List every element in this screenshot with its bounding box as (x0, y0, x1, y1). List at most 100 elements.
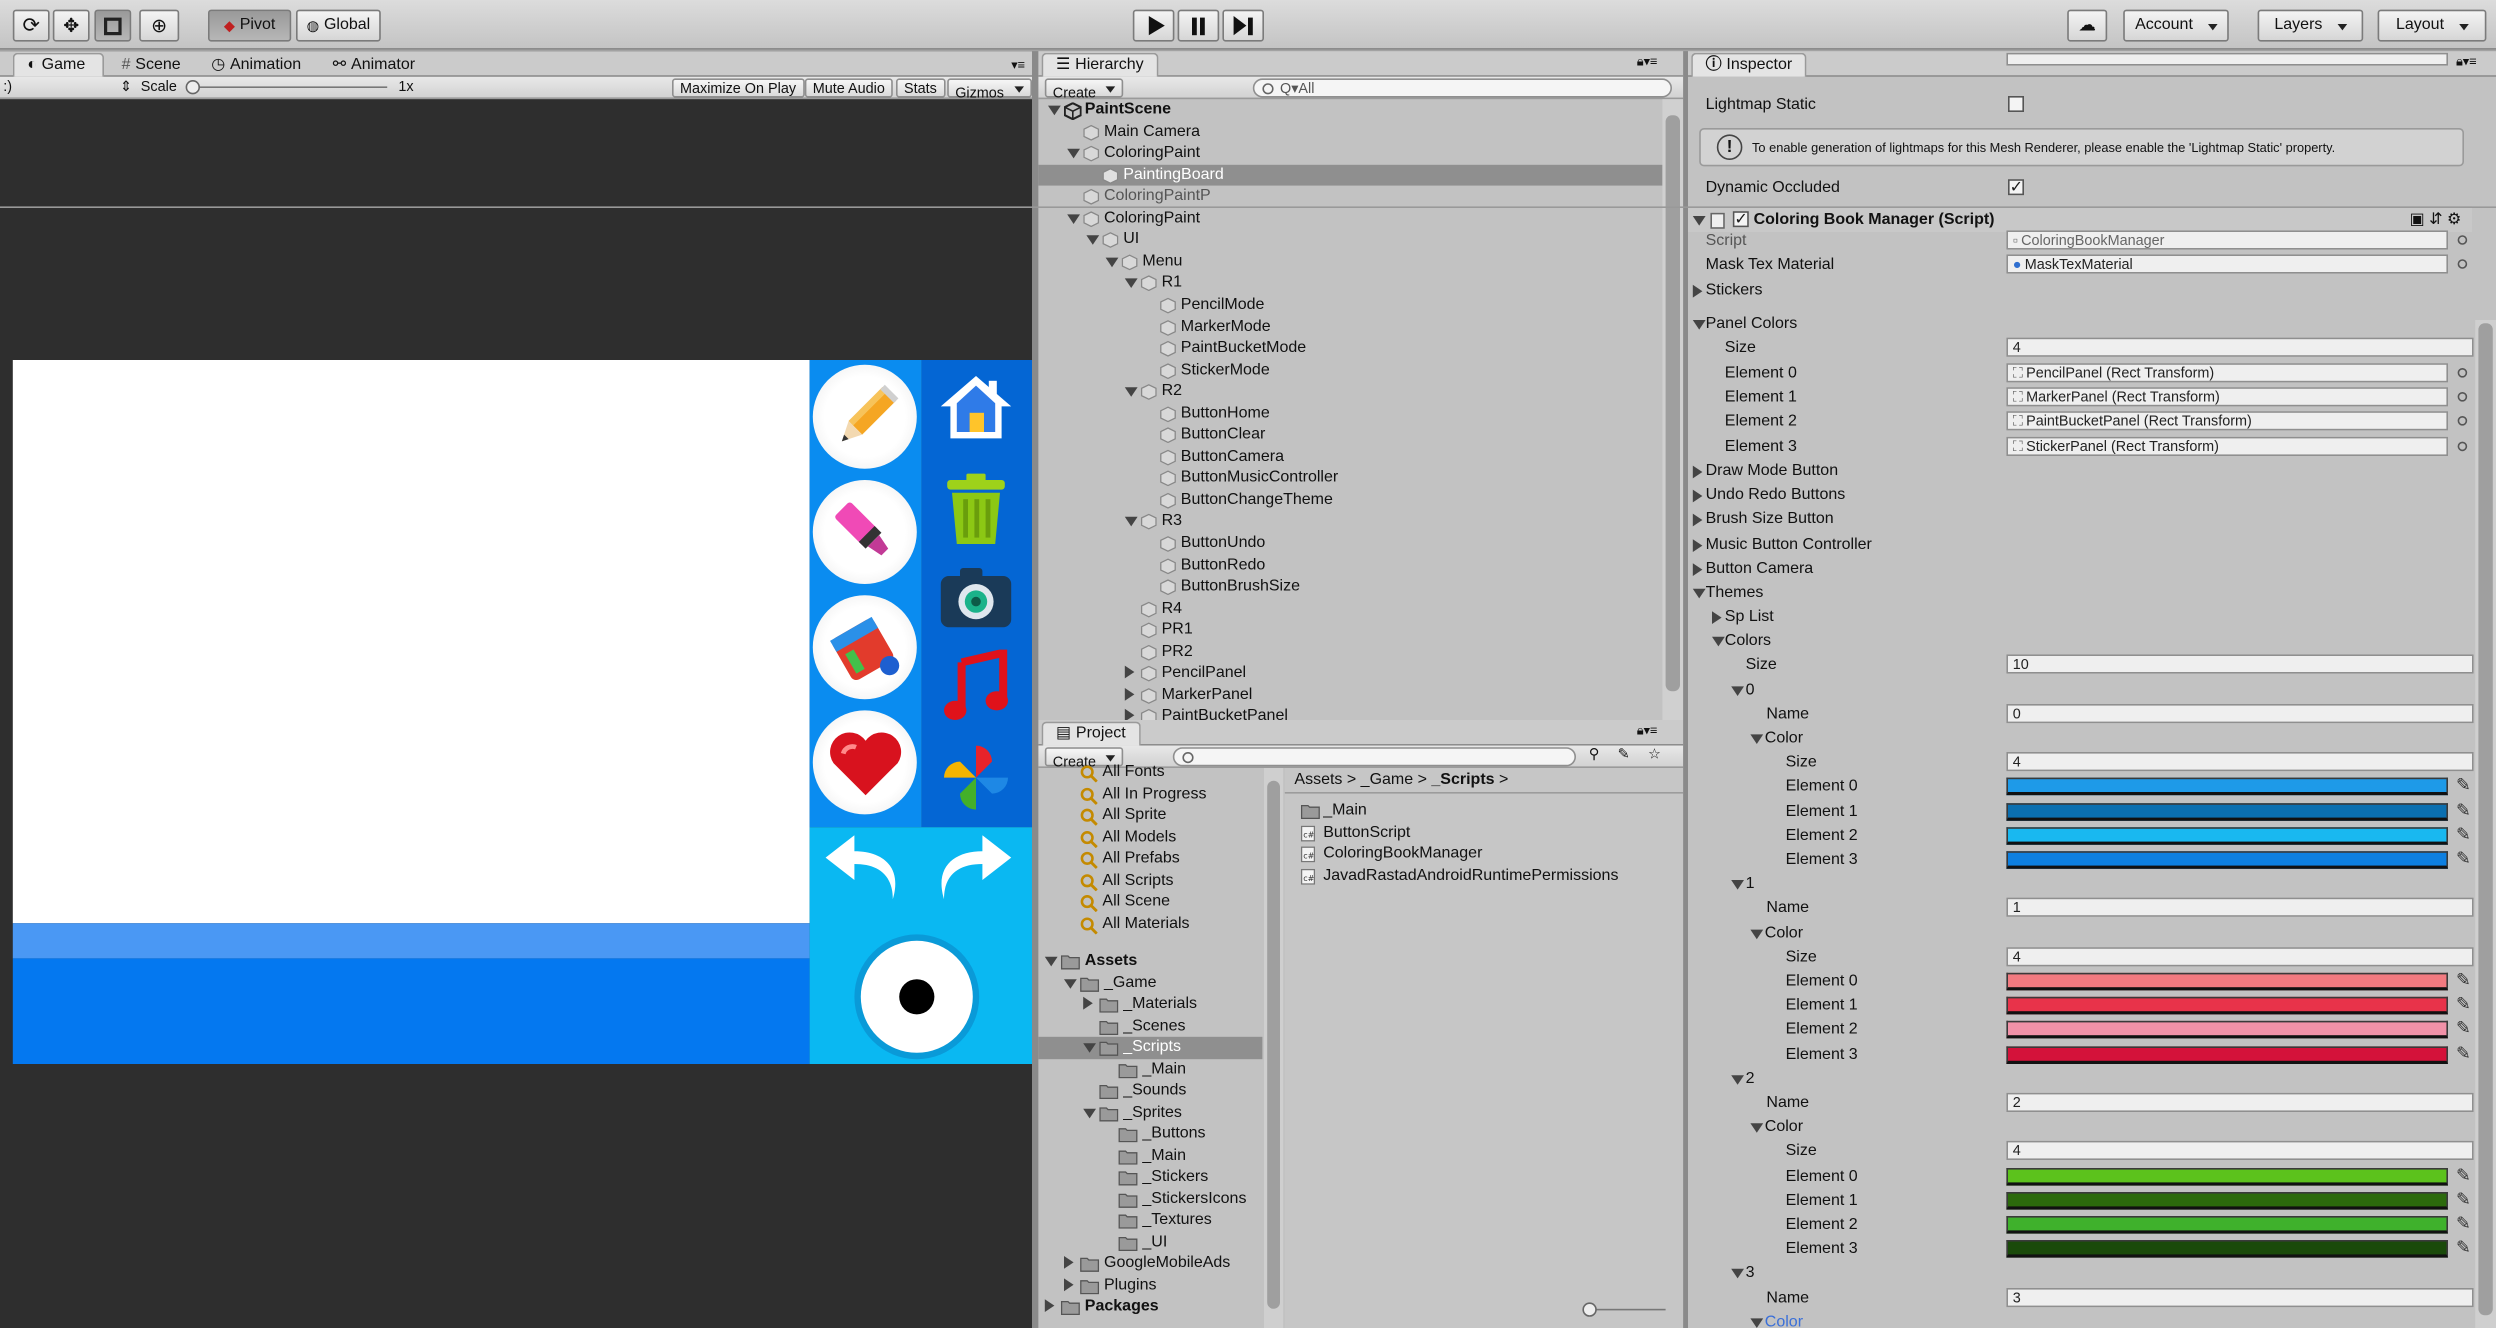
eyedropper-icon[interactable]: ✎ (2456, 995, 2474, 1014)
expand-arrow-icon[interactable] (1731, 685, 1744, 696)
theme-name-row[interactable]: Name 0 (0, 702, 2496, 726)
panel-element-row[interactable]: Element 0 ⛶ PencilPanel (Rect Transform) (0, 362, 2496, 386)
theme-name-row[interactable]: Name 3 (0, 1286, 2496, 1310)
color-element-row[interactable]: Element 3 ✎ (0, 1042, 2496, 1066)
script-row[interactable]: Script ▫ ColoringBookManager (0, 229, 2496, 253)
theme-name-field[interactable]: 1 (2006, 898, 2474, 918)
color-swatch[interactable] (2006, 1045, 2448, 1064)
tab-animation[interactable]: ◷ Animation (198, 53, 314, 77)
theme-index-row[interactable]: 2 (0, 1067, 2496, 1091)
expand-arrow-icon[interactable] (1750, 928, 1764, 939)
account-dropdown[interactable]: Account (2123, 9, 2229, 42)
theme-name-row[interactable]: Name 1 (0, 896, 2496, 920)
cloud-button[interactable]: ☁ (2067, 9, 2108, 42)
theme-color-row[interactable]: Color (0, 726, 2496, 750)
object-picker-icon[interactable] (2457, 368, 2468, 378)
eyedropper-icon[interactable]: ✎ (2456, 1214, 2474, 1233)
color-swatch[interactable] (2006, 826, 2448, 845)
colors-size-field[interactable]: 10 (2006, 654, 2474, 674)
theme-color-row[interactable]: Color (0, 1115, 2496, 1139)
expand-arrow-icon[interactable] (1731, 880, 1744, 890)
pivot-toggle[interactable]: ◆ Pivot (208, 9, 292, 42)
expand-arrow-icon[interactable] (1067, 148, 1080, 159)
expand-arrow-icon[interactable] (1750, 734, 1764, 744)
panel-element-field[interactable]: ⛶ PaintBucketPanel (Rect Transform) (2006, 411, 2448, 432)
color-swatch[interactable] (2006, 802, 2448, 820)
theme-name-row[interactable]: Name 2 (0, 1091, 2496, 1115)
collapse-arrow-icon[interactable] (1692, 284, 1703, 298)
color-element-row[interactable]: Element 1 ✎ (0, 1188, 2496, 1212)
expand-arrow-icon[interactable] (1712, 636, 1725, 647)
color-element-row[interactable]: Element 3 ✎ (0, 848, 2496, 872)
themes-row[interactable]: Themes (0, 581, 2496, 605)
color-element-row[interactable]: Element 1 ✎ (0, 799, 2496, 823)
foldout-row[interactable]: Music Button Controller (0, 532, 2496, 556)
scale-slider-track[interactable] (188, 86, 388, 88)
expand-arrow-icon[interactable] (1750, 1317, 1764, 1328)
foldout-row[interactable]: Draw Mode Button (0, 459, 2496, 483)
component-header[interactable]: ✓ Coloring Book Manager (Script) ▣ ⇵ ⚙ (0, 206, 2496, 232)
inspector-top-field[interactable] (2006, 52, 2448, 66)
lightmap-static-row[interactable]: Lightmap Static (0, 93, 2496, 117)
object-picker-icon[interactable] (2457, 235, 2468, 245)
pause-button[interactable] (1177, 9, 1220, 42)
color-swatch[interactable] (2006, 778, 2448, 796)
eyedropper-icon[interactable]: ✎ (2456, 776, 2474, 795)
expand-arrow-icon[interactable] (1692, 588, 1706, 599)
colors-size-row[interactable]: Size 10 (0, 653, 2496, 677)
collapse-arrow-icon[interactable] (1692, 562, 1703, 576)
stickers-row[interactable]: Stickers (0, 278, 2496, 302)
expand-arrow-icon[interactable] (1692, 216, 1706, 226)
tab-inspector[interactable]: ⓘ Inspector (1691, 52, 1807, 77)
sp-list-row[interactable]: Sp List (0, 605, 2496, 629)
lock-icon[interactable]: 🔒︎▾≡ (1637, 54, 1658, 70)
theme-color-size-field[interactable]: 4 (2006, 1141, 2474, 1161)
tab-game[interactable]: ◐ Game (12, 52, 104, 77)
theme-index-row[interactable]: 1 (0, 872, 2496, 896)
foldout-row[interactable]: Brush Size Button (0, 508, 2496, 532)
color-element-row[interactable]: Element 2 ✎ (0, 1213, 2496, 1237)
panel-element-field[interactable]: ⛶ MarkerPanel (Rect Transform) (2006, 387, 2448, 407)
eyedropper-icon[interactable]: ✎ (2456, 1020, 2474, 1039)
move-tool-button[interactable]: ✥ (52, 9, 90, 42)
expand-arrow-icon[interactable] (1750, 1123, 1764, 1133)
mask-tex-material-row[interactable]: Mask Tex Material ● MaskTexMaterial (0, 253, 2496, 277)
hierarchy-row[interactable]: Main Camera (1038, 121, 1662, 143)
eyedropper-icon[interactable]: ✎ (2456, 1239, 2474, 1258)
layout-dropdown[interactable]: Layout (2377, 9, 2487, 42)
theme-color-row[interactable]: Color (0, 1310, 2496, 1328)
panel-colors-size-row[interactable]: Size 4 (0, 336, 2496, 360)
expand-arrow-icon[interactable] (1731, 1269, 1744, 1279)
object-picker-icon[interactable] (2457, 259, 2468, 269)
mask-tex-material-field[interactable]: ● MaskTexMaterial (2006, 254, 2448, 274)
color-swatch[interactable] (2006, 972, 2448, 991)
collapse-arrow-icon[interactable] (1692, 514, 1703, 528)
expand-arrow-icon[interactable] (1731, 1074, 1744, 1085)
theme-color-size-field[interactable]: 4 (2006, 752, 2474, 772)
panel-element-row[interactable]: Element 1 ⛶ MarkerPanel (Rect Transform) (0, 386, 2496, 410)
global-toggle[interactable]: ◍ Global (296, 9, 381, 42)
panel-element-field[interactable]: ⛶ PencilPanel (Rect Transform) (2006, 363, 2448, 383)
foldout-row[interactable]: Undo Redo Buttons (0, 484, 2496, 508)
theme-name-field[interactable]: 0 (2006, 703, 2474, 723)
step-button[interactable] (1222, 9, 1264, 42)
panel-size-field[interactable]: 4 (2006, 337, 2474, 357)
rect-tool-button[interactable] (94, 9, 132, 42)
layers-dropdown[interactable]: Layers (2257, 9, 2364, 42)
panel-element-field[interactable]: ⛶ StickerPanel (Rect Transform) (2006, 436, 2448, 456)
collapse-arrow-icon[interactable] (1692, 489, 1703, 503)
color-element-row[interactable]: Element 0 ✎ (0, 775, 2496, 799)
foldout-row[interactable]: Button Camera (0, 556, 2496, 580)
inspector-lock-icon[interactable]: 🔒︎▾≡ (2456, 54, 2477, 70)
theme-color-size-row[interactable]: Size 4 (0, 1140, 2496, 1164)
color-element-row[interactable]: Element 1 ✎ (0, 994, 2496, 1018)
color-swatch[interactable] (2006, 1191, 2448, 1210)
tab-scene[interactable]: # Scene (109, 53, 194, 77)
hierarchy-row[interactable]: ColoringPaint (1038, 143, 1662, 165)
hand-tool-button[interactable]: ⟳ (12, 9, 50, 42)
script-field[interactable]: ▫ ColoringBookManager (2006, 230, 2448, 250)
tab-animator[interactable]: ⚯ Animator (320, 53, 428, 77)
color-swatch[interactable] (2006, 1240, 2448, 1258)
theme-name-field[interactable]: 3 (2006, 1287, 2474, 1307)
panel-element-row[interactable]: Element 2 ⛶ PaintBucketPanel (Rect Transfo… (0, 410, 2496, 434)
